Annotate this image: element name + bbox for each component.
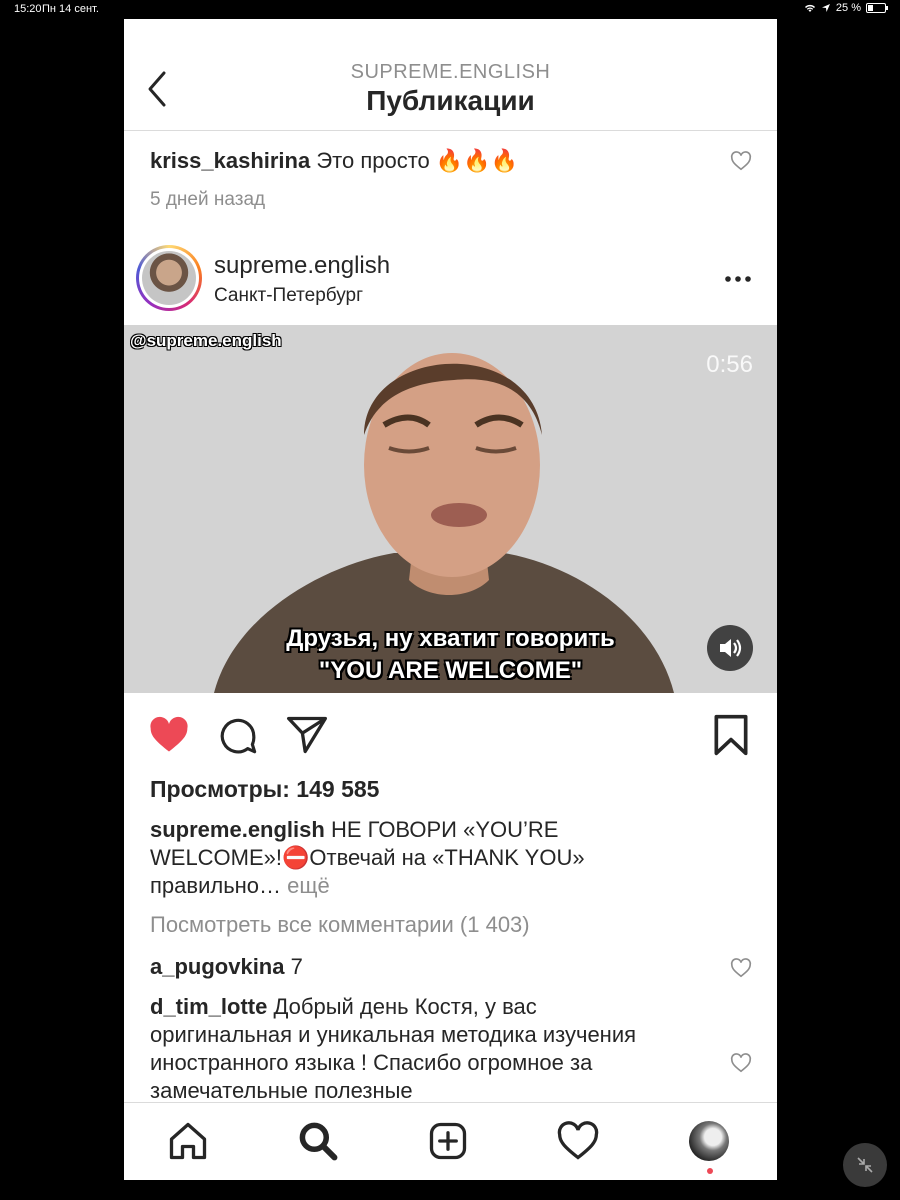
notification-dot <box>707 1168 713 1174</box>
comment-like-icon[interactable] <box>730 957 752 979</box>
comment-like-icon[interactable] <box>730 1052 752 1074</box>
post-location[interactable]: Санкт-Петербург <box>214 285 363 307</box>
instagram-app: kriss_kashirina Это просто 🔥🔥🔥 5 дней на… <box>124 19 777 1180</box>
comment-like-icon[interactable] <box>730 150 752 172</box>
comment-text: 7 <box>290 954 303 979</box>
post-video[interactable]: @supreme.english 0:56 Друзья, ну хватит … <box>124 325 777 693</box>
location-arrow-icon <box>821 4 830 12</box>
activity-heart-icon[interactable] <box>556 1119 600 1163</box>
comment-username[interactable]: kriss_kashirina <box>150 148 310 173</box>
volume-button[interactable] <box>707 625 753 671</box>
video-subtitle-line-2: "YOU ARE WELCOME" <box>318 657 583 684</box>
page-title: Публикации <box>366 85 535 116</box>
prev-comment: kriss_kashirina Это просто 🔥🔥🔥 <box>150 147 518 175</box>
profile-avatar[interactable] <box>689 1121 729 1161</box>
search-icon[interactable] <box>296 1119 340 1163</box>
paper-plane-icon[interactable] <box>284 713 330 757</box>
view-all-comments-link[interactable]: Посмотреть все комментарии (1 403) <box>150 912 530 938</box>
status-right: 25 % <box>804 2 888 14</box>
heart-filled-icon[interactable] <box>146 713 192 757</box>
post-caption: supreme.english НЕ ГОВОРИ «YOU’RE WELCOM… <box>150 816 650 900</box>
comment-time: 5 дней назад <box>150 189 266 210</box>
caption-more-link[interactable]: ещё <box>287 873 330 898</box>
comment-row: a_pugovkina 7 <box>150 953 303 981</box>
video-duration: 0:56 <box>706 351 753 378</box>
battery-percent: 25 % <box>835 2 861 14</box>
comment-username[interactable]: a_pugovkina <box>150 954 284 979</box>
nav-subtitle: SUPREME.ENGLISH <box>350 61 551 83</box>
add-post-icon[interactable] <box>426 1119 470 1163</box>
video-watermark: @supreme.english <box>130 331 282 350</box>
home-icon[interactable] <box>166 1119 210 1163</box>
comment-bubble-icon[interactable] <box>217 715 259 757</box>
bookmark-icon[interactable] <box>711 713 751 757</box>
collapse-arrows-icon <box>857 1157 873 1173</box>
wifi-icon <box>804 4 815 12</box>
video-subtitle-line-1: Друзья, ну хватит говорить <box>286 625 615 652</box>
top-nav: SUPREME.ENGLISH Публикации <box>124 19 777 131</box>
status-time: 15:20 <box>14 3 42 15</box>
ellipsis-icon[interactable] <box>724 269 752 289</box>
post-avatar[interactable] <box>136 245 202 311</box>
exit-fullscreen-button[interactable] <box>843 1143 887 1187</box>
comment-row: d_tim_lotte Добрый день Костя, у вас ори… <box>150 993 650 1105</box>
status-date: Пн 14 сент. <box>42 3 99 15</box>
post-username[interactable]: supreme.english <box>214 252 390 280</box>
caption-username[interactable]: supreme.english <box>150 817 325 842</box>
comment-username[interactable]: d_tim_lotte <box>150 994 267 1019</box>
speaker-icon <box>720 639 742 657</box>
comment-text: Это просто 🔥🔥🔥 <box>316 148 519 173</box>
bottom-tab-bar <box>124 1102 777 1180</box>
status-bar: 15:20 Пн 14 сент. 25 % <box>0 0 900 18</box>
views-count[interactable]: Просмотры: 149 585 <box>150 776 379 803</box>
battery-icon <box>866 3 888 13</box>
